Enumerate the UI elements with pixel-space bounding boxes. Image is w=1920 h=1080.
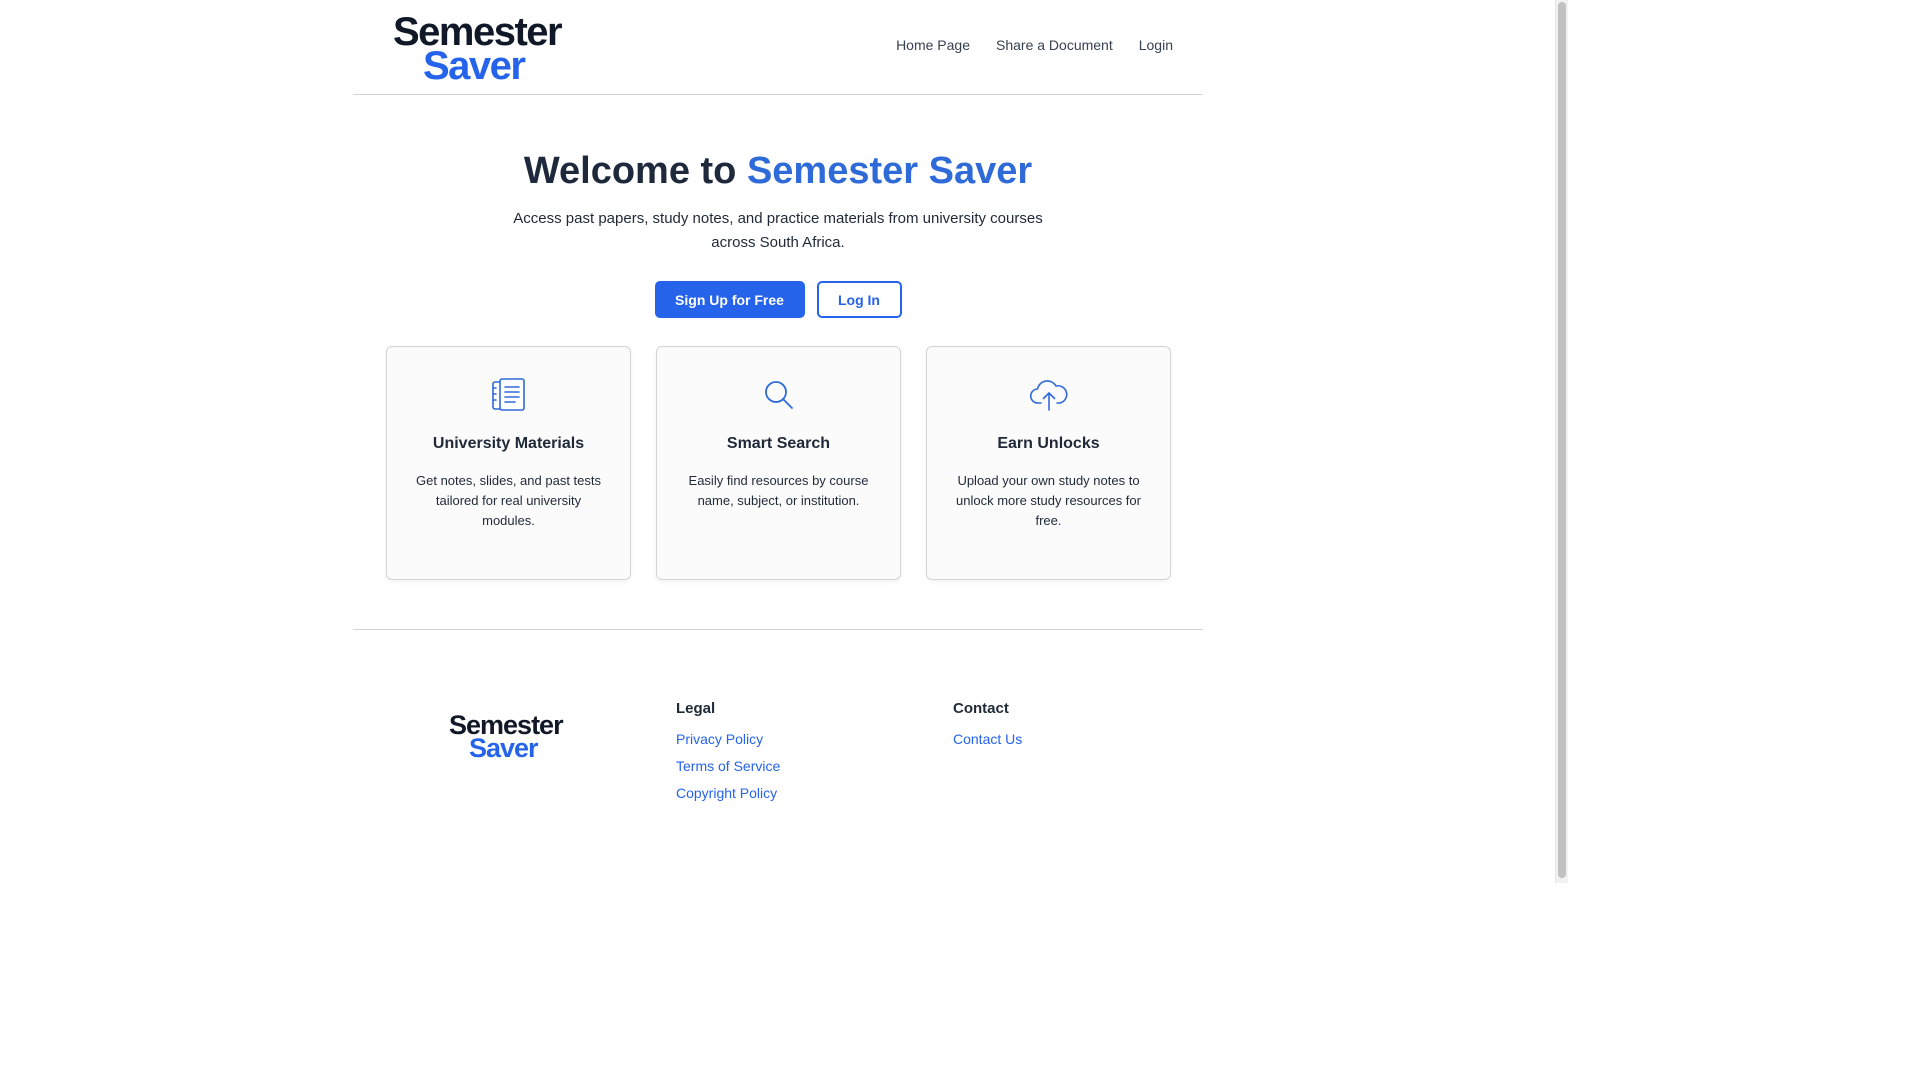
site-footer: Semester Saver Legal Privacy Policy Term… (353, 629, 1203, 884)
page-container: Semester Saver Home Page Share a Documen… (353, 0, 1203, 801)
feature-text: Upload your own study notes to unlock mo… (956, 473, 1141, 528)
nav-share-document-link[interactable]: Share a Document (996, 37, 1113, 53)
footer-legal-heading: Legal (676, 700, 716, 717)
feature-card-university-materials: University Materials Get notes, slides, … (386, 346, 631, 580)
feature-title: University Materials (432, 435, 585, 452)
hero-actions: Sign Up for Free Log In (353, 281, 1203, 318)
privacy-policy-link[interactable]: Privacy Policy (676, 731, 780, 747)
footer-contact-column: Contact Contact Us (953, 700, 1022, 758)
login-button[interactable]: Log In (816, 281, 902, 318)
site-logo[interactable]: Semester Saver (393, 12, 563, 86)
cloud-upload-icon (1029, 380, 1068, 411)
footer-legal-column: Legal Privacy Policy Terms of Service Co… (676, 700, 780, 812)
scrollbar-thumb[interactable] (1558, 2, 1566, 878)
nav-home-link[interactable]: Home Page (896, 37, 970, 53)
main-nav: Home Page Share a Document Login (896, 37, 1173, 53)
feature-title: Smart Search (726, 435, 831, 452)
contact-us-link[interactable]: Contact Us (953, 731, 1022, 747)
feature-text: Get notes, slides, and past tests tailor… (416, 473, 601, 528)
footer-contact-heading: Contact (953, 700, 1009, 717)
signup-button[interactable]: Sign Up for Free (654, 281, 805, 318)
site-header: Semester Saver Home Page Share a Documen… (353, 0, 1203, 95)
hero-subtitle: Access past papers, study notes, and pra… (513, 210, 1043, 251)
footer-logo[interactable]: Semester Saver (449, 712, 564, 762)
nav-login-link[interactable]: Login (1139, 37, 1173, 53)
feature-text: Easily find resources by course name, su… (688, 473, 869, 508)
feature-title: Earn Unlocks (997, 435, 1100, 452)
search-icon (764, 381, 793, 409)
hero-title: Welcome to Semester Saver (353, 149, 1203, 193)
copyright-policy-link[interactable]: Copyright Policy (676, 785, 780, 801)
feature-cards: University Materials Get notes, slides, … (386, 346, 1171, 580)
terms-of-service-link[interactable]: Terms of Service (676, 758, 780, 774)
document-stack-icon (491, 378, 525, 411)
hero-section: Welcome to Semester Saver Access past pa… (353, 95, 1203, 318)
hero-title-accent: Semester Saver (746, 150, 1033, 192)
hero-title-prefix: Welcome to (523, 150, 737, 192)
page-scrollbar[interactable] (1555, 0, 1568, 883)
feature-card-earn-unlocks: Earn Unlocks Upload your own study notes… (926, 346, 1171, 580)
feature-card-smart-search: Smart Search Easily find resources by co… (656, 346, 901, 580)
